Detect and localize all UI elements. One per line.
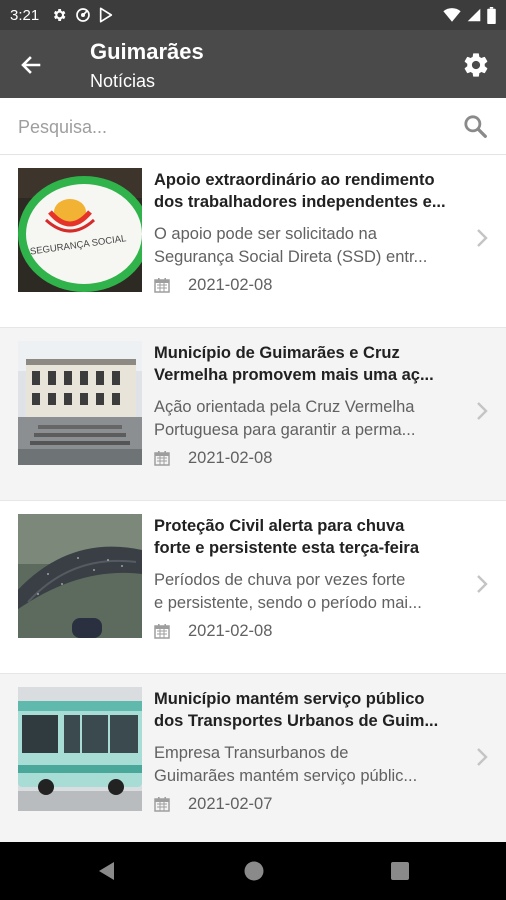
news-date-row: 2021-02-07 [154,793,272,815]
news-title-line: dos Transportes Urbanos de Guim... [154,712,439,730]
calendar-icon [154,451,170,466]
news-description: O apoio pode ser solicitado na Segurança… [154,223,459,269]
news-title-line: Proteção Civil alerta para chuva [154,517,405,535]
seguranca-social-logo-image: SEGURANÇA SOCIAL [18,168,142,292]
news-desc-line: Guimarães mantém serviço públic... [154,767,418,785]
news-date: 2021-02-08 [188,448,273,467]
news-title-line: Apoio extraordinário ao rendimento [154,171,435,189]
news-desc-line: Portuguesa para garantir a perma... [154,421,416,439]
news-title-line: dos trabalhadores independentes e... [154,193,446,211]
news-thumbnail [18,341,142,465]
news-description: Períodos de chuva por vezes forte e pers… [154,569,459,615]
nav-back-icon[interactable] [96,860,118,882]
news-title-line: Município de Guimarães e Cruz [154,344,400,362]
news-desc-line: Ação orientada pela Cruz Vermelha [154,398,415,416]
news-item[interactable]: Município de Guimarães e Cruz Vermelha p… [0,328,506,501]
news-item[interactable]: Proteção Civil alerta para chuva forte e… [0,501,506,674]
news-description: Ação orientada pela Cruz Vermelha Portug… [154,396,459,442]
search-icon[interactable] [462,113,488,139]
news-date-row: 2021-02-08 [154,274,272,296]
search-input[interactable] [18,112,438,142]
news-item[interactable]: SEGURANÇA SOCIAL Apoio extraordinário ao… [0,155,506,328]
news-item[interactable]: Município mantém serviço público dos Tra… [0,674,506,847]
page-subtitle: Notícias [90,71,156,91]
bus-photo [18,687,142,811]
news-desc-line: O apoio pode ser solicitado na [154,225,377,243]
play-store-icon [100,7,113,23]
news-date-row: 2021-02-08 [154,620,272,642]
news-title-line: forte e persistente esta terça-feira [154,539,420,557]
gear-icon [464,53,488,77]
news-thumbnail: SEGURANÇA SOCIAL [18,168,142,292]
chevron-right-icon [477,402,488,420]
page-title: Guimarães [90,39,204,64]
calendar-icon [154,797,170,812]
news-description: Empresa Transurbanos de Guimarães mantém… [154,742,459,788]
news-title: Município mantém serviço público dos Tra… [154,688,464,732]
wifi-icon [443,8,461,22]
news-title-line: Município mantém serviço público [154,690,425,708]
news-desc-line: Empresa Transurbanos de [154,744,349,762]
news-title: Apoio extraordinário ao rendimento dos t… [154,169,464,213]
calendar-icon [154,624,170,639]
vpn-key-icon [76,8,91,22]
nav-home-icon[interactable] [243,860,265,882]
news-title-line: Vermelha promovem mais uma aç... [154,366,434,384]
news-date: 2021-02-08 [188,275,273,294]
back-button[interactable] [16,50,46,80]
news-desc-line: e persistente, sendo o período mai... [154,594,422,612]
city-hall-photo [18,341,142,465]
settings-button[interactable] [460,49,492,81]
status-left-icons [51,7,113,23]
status-time: 3:21 [10,6,40,24]
chevron-right-icon [477,229,488,247]
news-title: Município de Guimarães e Cruz Vermelha p… [154,342,464,386]
app-bar: Guimarães Notícias [0,30,506,98]
news-date: 2021-02-07 [188,794,273,813]
news-thumbnail [18,687,142,811]
news-thumbnail [18,514,142,638]
search-bar [0,98,506,155]
status-bar: 3:21 [0,0,506,30]
status-right-icons [443,6,496,24]
cell-signal-icon [467,8,481,22]
chevron-right-icon [477,575,488,593]
news-date-row: 2021-02-08 [154,447,272,469]
news-desc-line: Segurança Social Direta (SSD) entr... [154,248,428,266]
news-list: SEGURANÇA SOCIAL Apoio extraordinário ao… [0,155,506,847]
settings-gear-icon [54,9,66,21]
system-nav-bar [0,842,506,900]
umbrella-rain-photo [18,514,142,638]
nav-recent-icon[interactable] [390,861,410,881]
arrow-left-icon [21,56,41,74]
news-title: Proteção Civil alerta para chuva forte e… [154,515,464,559]
chevron-right-icon [477,748,488,766]
calendar-icon [154,278,170,293]
news-desc-line: Períodos de chuva por vezes forte [154,571,406,589]
battery-icon [487,6,496,24]
news-date: 2021-02-08 [188,621,273,640]
